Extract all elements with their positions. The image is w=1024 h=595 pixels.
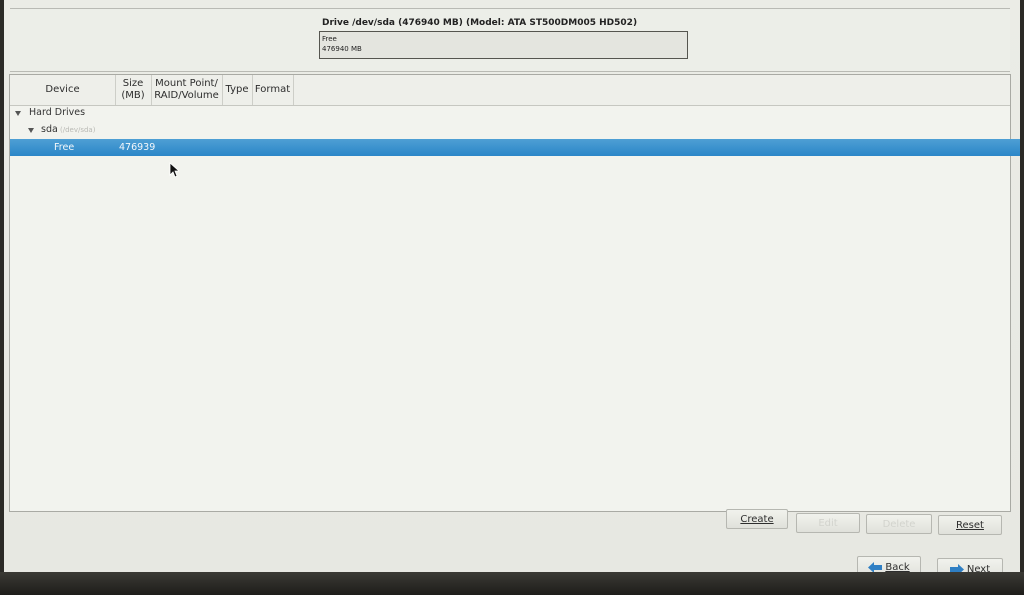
next-button[interactable]: Next bbox=[937, 558, 1003, 572]
sda-device-path: (/dev/sda) bbox=[60, 126, 96, 134]
drive-free-space-bar[interactable]: Free 476940 MB bbox=[319, 31, 688, 59]
reset-button[interactable]: Reset bbox=[938, 515, 1002, 535]
delete-button[interactable]: Delete bbox=[866, 514, 932, 534]
free-size-cell: 476939 bbox=[119, 142, 156, 153]
column-type[interactable]: Type bbox=[222, 75, 253, 105]
free-device-cell: Free bbox=[54, 142, 75, 153]
column-size[interactable]: Size (MB) bbox=[115, 75, 152, 105]
mouse-pointer-icon bbox=[169, 162, 179, 178]
create-button[interactable]: Create bbox=[726, 509, 788, 529]
arrow-right-icon bbox=[949, 563, 964, 572]
monitor-bezel bbox=[0, 572, 1024, 595]
installer-screen: Drive /dev/sda (476940 MB) (Model: ATA S… bbox=[4, 0, 1020, 572]
drive-bar-size: 476940 MB bbox=[322, 45, 362, 53]
tree-row-free[interactable]: Free 476939 bbox=[10, 139, 1020, 156]
drive-summary-panel: Drive /dev/sda (476940 MB) (Model: ATA S… bbox=[10, 8, 1010, 72]
expander-triangle-down-icon[interactable] bbox=[15, 111, 21, 116]
column-format[interactable]: Format bbox=[252, 75, 294, 105]
column-mount-point[interactable]: Mount Point/ RAID/Volume bbox=[151, 75, 223, 105]
tree-row-hard-drives[interactable]: Hard Drives bbox=[10, 105, 1010, 121]
drive-bar-label: Free bbox=[322, 35, 337, 43]
back-button[interactable]: Back bbox=[857, 556, 921, 572]
edit-button[interactable]: Edit bbox=[796, 513, 860, 533]
partition-table-header: Device Size (MB) Mount Point/ RAID/Volum… bbox=[10, 75, 1010, 106]
drive-title: Drive /dev/sda (476940 MB) (Model: ATA S… bbox=[322, 18, 638, 28]
arrow-left-icon bbox=[868, 561, 883, 572]
tree-row-sda[interactable]: sda (/dev/sda) bbox=[10, 122, 1010, 138]
partition-tree: Device Size (MB) Mount Point/ RAID/Volum… bbox=[9, 74, 1020, 512]
column-device[interactable]: Device bbox=[10, 75, 116, 105]
expander-triangle-down-icon[interactable] bbox=[28, 128, 34, 133]
